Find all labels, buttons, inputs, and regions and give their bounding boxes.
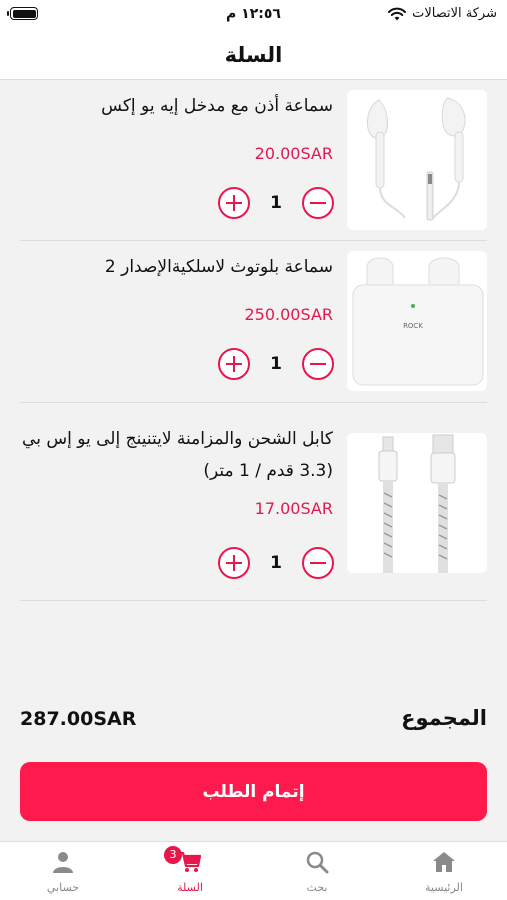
product-price: 250.00SAR [244,305,334,324]
cart-count-badge: 3 [164,846,182,864]
page-header: السلة [0,30,507,80]
quantity-value: 1 [270,193,282,213]
product-name[interactable]: سماعة أذن مع مدخل إيه يو إكس [20,90,333,122]
cart-item: سماعة أذن مع مدخل إيه يو إكس 20.00SAR 1 [20,80,487,241]
earbuds-case-icon: ROCK [347,251,487,391]
status-bar: ١٢:٥٦ م شركة الاتصالات [0,0,507,30]
tab-label: حسابي [46,881,80,894]
increase-quantity-button[interactable] [218,348,250,380]
brand-logo: ROCK [403,322,423,330]
tab-account[interactable]: حسابي [0,842,126,900]
quantity-value: 1 [270,354,282,374]
tab-label: الرئيسية [425,881,463,894]
product-image-lightning-usb-cable[interactable] [347,433,487,573]
tab-label: بحث [306,881,328,894]
product-image-wireless-earbuds-case[interactable]: ROCK [347,251,487,391]
quantity-stepper: 1 [218,187,334,219]
cart-item-info: سماعة أذن مع مدخل إيه يو إكس 20.00SAR [20,90,333,163]
product-price: 20.00SAR [254,144,333,163]
total-value: 287.00SAR [20,708,137,730]
decrease-quantity-button[interactable] [302,547,334,579]
product-image-wired-earphones[interactable] [347,90,487,230]
cable-icon [347,433,487,573]
status-carrier: شركة الاتصالات [388,6,497,21]
tab-cart[interactable]: 3 السلة [127,842,253,900]
tab-search[interactable]: بحث [254,842,380,900]
home-icon [433,852,455,872]
carrier-name: شركة الاتصالات [412,6,497,21]
product-name[interactable]: سماعة بلوتوث لاسلكيةالإصدار 2 [20,251,333,283]
cart-summary: المجموع 287.00SAR [20,706,487,736]
cart-item-info: كابل الشحن والمزامنة لايتنينج إلى يو إس … [20,423,333,518]
page-title: السلة [224,42,283,67]
search-icon [306,851,329,874]
product-name[interactable]: كابل الشحن والمزامنة لايتنينج إلى يو إس … [20,423,333,487]
user-icon [53,852,73,873]
quantity-value: 1 [270,553,282,573]
checkout-button[interactable]: إتمام الطلب [20,762,487,821]
total-label: المجموع [401,706,487,730]
tab-home[interactable]: الرئيسية [381,842,507,900]
decrease-quantity-button[interactable] [302,348,334,380]
increase-quantity-button[interactable] [218,547,250,579]
quantity-stepper: 1 [218,547,334,579]
increase-quantity-button[interactable] [218,187,250,219]
cart-item-info: سماعة بلوتوث لاسلكيةالإصدار 2 250.00SAR [20,251,333,324]
cart-item: ROCK سماعة بلوتوث لاسلكيةالإصدار 2 250.0… [20,241,487,403]
quantity-stepper: 1 [218,348,334,380]
product-price: 17.00SAR [254,499,333,518]
earphones-icon [347,90,487,230]
wifi-icon [388,7,407,20]
tab-bar: حسابي 3 السلة بحث الرئيسية [0,841,507,900]
tab-label: السلة [177,881,203,894]
decrease-quantity-button[interactable] [302,187,334,219]
cart-item: كابل الشحن والمزامنة لايتنينج إلى يو إس … [20,403,487,601]
